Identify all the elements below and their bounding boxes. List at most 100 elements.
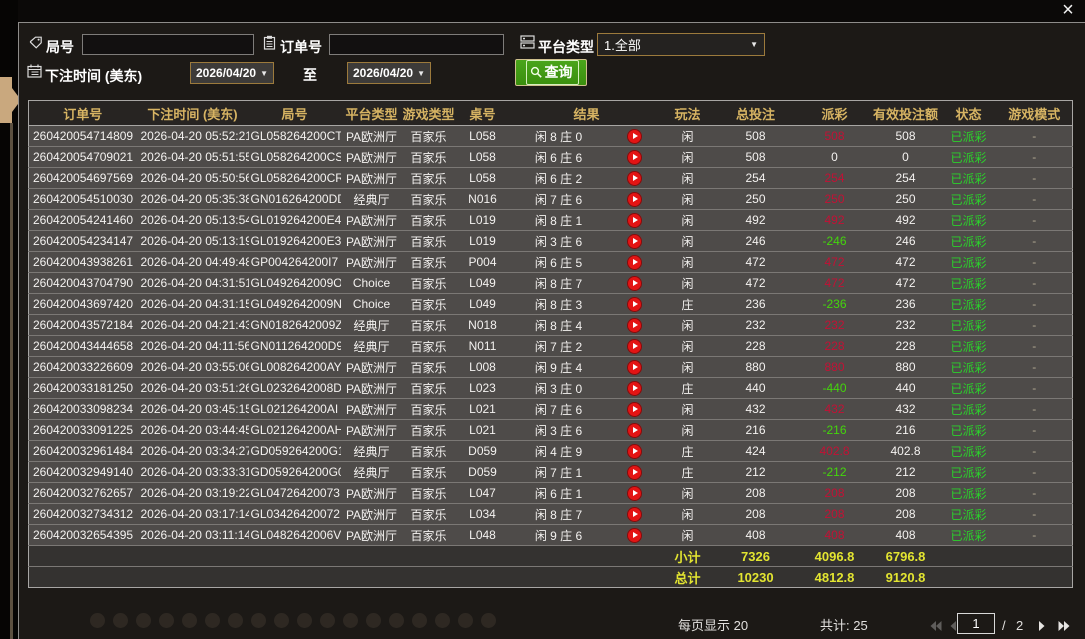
total-pages: 2 — [1016, 617, 1023, 635]
video-play-icon[interactable] — [627, 423, 642, 438]
cell-payout: 228 — [799, 336, 871, 357]
cell-video — [607, 504, 663, 525]
cell-bet-time: 2026-04-20 04:49:48 — [137, 252, 249, 273]
cell-valid-bet: 472 — [871, 273, 941, 294]
col-game-mode: 游戏模式 — [997, 101, 1073, 126]
cell-valid-bet: 440 — [871, 378, 941, 399]
table-row: 2604200546975692026-04-20 05:50:56GL0582… — [29, 168, 1073, 189]
video-play-icon[interactable] — [627, 129, 642, 144]
cell-payout: 0 — [799, 147, 871, 168]
modal-left-border — [18, 22, 19, 639]
video-play-icon[interactable] — [627, 255, 642, 270]
next-page-icon[interactable] — [1036, 619, 1052, 633]
platform-select[interactable]: 1.全部 ▼ — [597, 33, 765, 56]
close-icon[interactable]: × — [1056, 0, 1080, 22]
cell-video — [607, 420, 663, 441]
cell-round-id: GL04726420073 — [249, 483, 341, 504]
first-page-icon[interactable] — [928, 619, 944, 633]
cell-result: 闲 6 庄 5 — [511, 252, 607, 273]
platform-filter-label: 平台类型 — [538, 37, 594, 57]
cell-video — [607, 231, 663, 252]
page-separator: / — [1002, 617, 1006, 635]
cell-game-type: 百家乐 — [403, 441, 455, 462]
video-play-icon[interactable] — [627, 192, 642, 207]
cell-payout: -216 — [799, 420, 871, 441]
cell-game-type: 百家乐 — [403, 231, 455, 252]
video-play-icon[interactable] — [627, 528, 642, 543]
page-input[interactable]: 1 — [957, 613, 995, 634]
video-play-icon[interactable] — [627, 171, 642, 186]
order-input[interactable] — [329, 34, 504, 55]
cell-result: 闲 6 庄 2 — [511, 168, 607, 189]
cell-bet-time: 2026-04-20 03:51:26 — [137, 378, 249, 399]
cell-valid-bet: 508 — [871, 126, 941, 147]
cell-bet-time: 2026-04-20 05:52:21 — [137, 126, 249, 147]
video-play-icon[interactable] — [627, 381, 642, 396]
query-button[interactable]: 查询 — [515, 59, 587, 86]
cell-video — [607, 399, 663, 420]
col-table-no: 桌号 — [455, 101, 511, 126]
cell-platform: PA欧洲厅 — [341, 126, 403, 147]
cell-total-bet: 508 — [713, 147, 799, 168]
video-play-icon[interactable] — [627, 402, 642, 417]
cell-video — [607, 147, 663, 168]
video-play-icon[interactable] — [627, 276, 642, 291]
cell-round-id: GD059264200G1 — [249, 441, 341, 462]
cell-payout: 472 — [799, 273, 871, 294]
cell-round-id: GL008264200AY — [249, 357, 341, 378]
cell-game-type: 百家乐 — [403, 525, 455, 546]
round-input[interactable] — [82, 34, 254, 55]
cell-payout: 232 — [799, 315, 871, 336]
cell-status: 已派彩 — [941, 252, 997, 273]
page-size-label: 每页显示 20 — [678, 617, 748, 635]
cell-order-id: 260420043938261 — [29, 252, 137, 273]
video-play-icon[interactable] — [627, 360, 642, 375]
video-play-icon[interactable] — [627, 297, 642, 312]
cell-order-id: 260420032762657 — [29, 483, 137, 504]
table-row: 2604200542414602026-04-20 05:13:54GL0192… — [29, 210, 1073, 231]
video-play-icon[interactable] — [627, 318, 642, 333]
cell-payout: 492 — [799, 210, 871, 231]
table-body: 2604200547148092026-04-20 05:52:21GL0582… — [29, 126, 1073, 546]
cell-game-mode: - — [997, 336, 1073, 357]
cell-game-type: 百家乐 — [403, 420, 455, 441]
date-from-picker[interactable]: 2026/04/20 ▼ — [190, 62, 274, 84]
cell-result: 闲 8 庄 0 — [511, 126, 607, 147]
platform-select-value: 1.全部 — [604, 35, 641, 54]
cell-status: 已派彩 — [941, 441, 997, 462]
date-to-picker[interactable]: 2026/04/20 ▼ — [347, 62, 431, 84]
cell-order-id: 260420033091225 — [29, 420, 137, 441]
cell-order-id: 260420043704790 — [29, 273, 137, 294]
cell-video — [607, 189, 663, 210]
cell-play-type: 闲 — [663, 525, 713, 546]
cell-table-no: D059 — [455, 441, 511, 462]
cell-video — [607, 336, 663, 357]
cell-round-id: GL0492642009O — [249, 273, 341, 294]
cell-platform: 经典厅 — [341, 189, 403, 210]
last-page-icon[interactable] — [1056, 619, 1072, 633]
video-play-icon[interactable] — [627, 213, 642, 228]
cell-valid-bet: 0 — [871, 147, 941, 168]
cell-status: 已派彩 — [941, 399, 997, 420]
video-play-icon[interactable] — [627, 234, 642, 249]
cell-round-id: GL0492642009N — [249, 294, 341, 315]
video-play-icon[interactable] — [627, 465, 642, 480]
cell-platform: 经典厅 — [341, 315, 403, 336]
video-play-icon[interactable] — [627, 486, 642, 501]
cell-video — [607, 294, 663, 315]
cell-game-type: 百家乐 — [403, 378, 455, 399]
cell-order-id: 260420054697569 — [29, 168, 137, 189]
cell-payout: 472 — [799, 252, 871, 273]
search-icon — [530, 66, 543, 79]
video-play-icon[interactable] — [627, 507, 642, 522]
cell-game-type: 百家乐 — [403, 147, 455, 168]
cell-table-no: N018 — [455, 315, 511, 336]
video-play-icon[interactable] — [627, 150, 642, 165]
video-play-icon[interactable] — [627, 444, 642, 459]
col-round-id: 局号 — [249, 101, 341, 126]
cell-round-id: GN011264200D9 — [249, 336, 341, 357]
table-row: 2604200436974202026-04-20 04:31:15GL0492… — [29, 294, 1073, 315]
cell-status: 已派彩 — [941, 231, 997, 252]
video-play-icon[interactable] — [627, 339, 642, 354]
table-row: 2604200542341472026-04-20 05:13:19GL0192… — [29, 231, 1073, 252]
